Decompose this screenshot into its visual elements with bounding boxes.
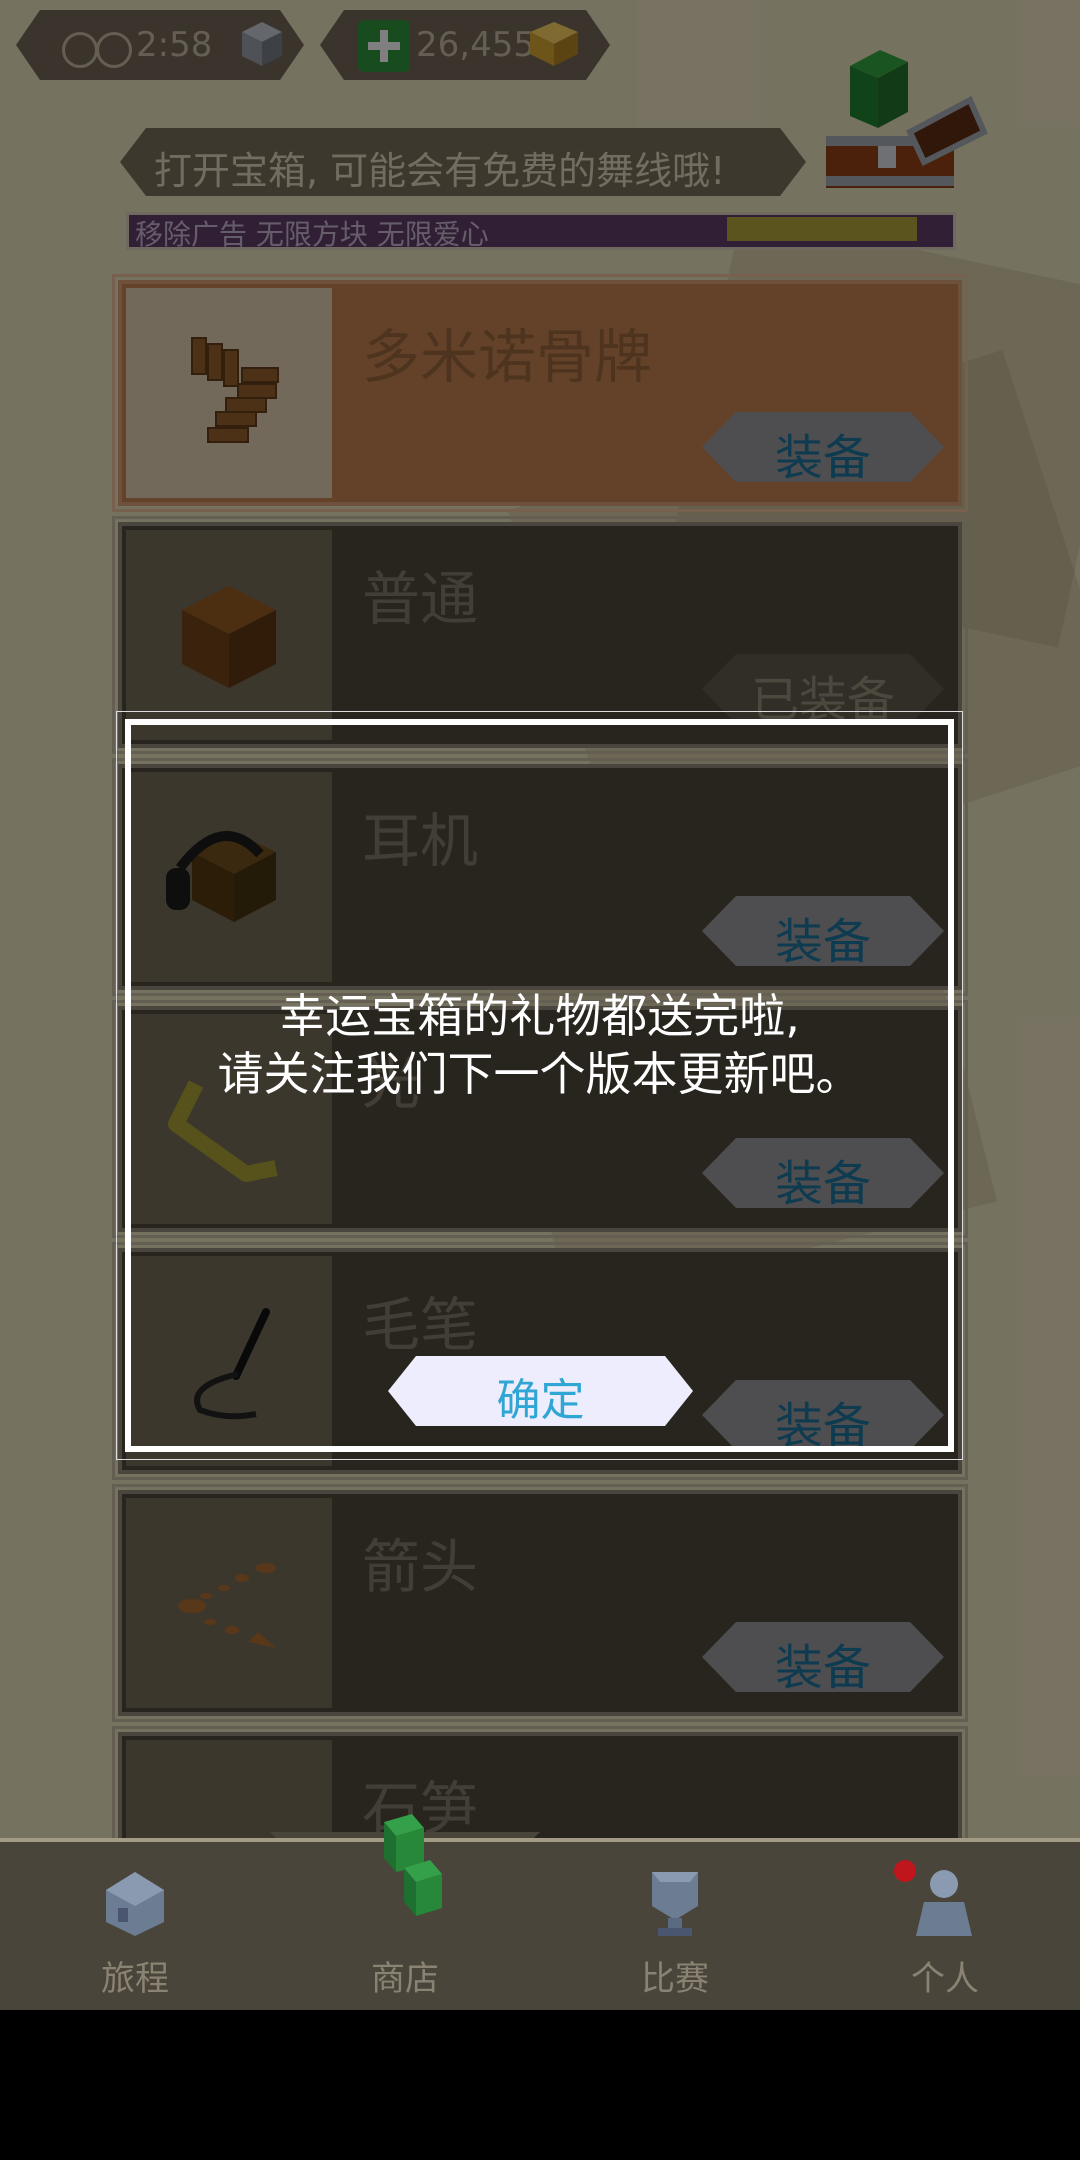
dialog-message: 幸运宝箱的礼物都送完啦, 请关注我们下一个版本更新吧。 — [131, 987, 948, 1103]
notice-dialog: 幸运宝箱的礼物都送完啦, 请关注我们下一个版本更新吧。 确定 — [116, 711, 963, 1460]
dialog-message-line2: 请关注我们下一个版本更新吧。 — [217, 1047, 862, 1101]
tab-profile[interactable]: 个人 — [810, 1842, 1080, 2010]
tab-match[interactable]: 比赛 — [540, 1842, 810, 2010]
tab-shop[interactable]: 商店 — [270, 1814, 540, 2010]
shop-blocks-icon — [384, 1814, 442, 1916]
confirm-button[interactable]: 确定 — [388, 1356, 693, 1426]
tab-journey-label: 旅程 — [101, 1959, 169, 1999]
confirm-label: 确定 — [496, 1375, 585, 1426]
notification-dot — [894, 1860, 916, 1882]
dialog-frame: 幸运宝箱的礼物都送完啦, 请关注我们下一个版本更新吧。 — [125, 719, 954, 1452]
bottom-nav: 旅程 商店 比赛 个人 — [0, 1814, 1080, 2010]
dialog-message-line1: 幸运宝箱的礼物都送完啦, — [279, 989, 800, 1043]
tab-shop-label: 商店 — [371, 1959, 439, 1999]
profile-icon — [916, 1870, 972, 1936]
trophy-icon — [652, 1872, 698, 1936]
tab-profile-label: 个人 — [911, 1959, 979, 1999]
tab-journey[interactable]: 旅程 — [0, 1842, 270, 2010]
tab-match-label: 比赛 — [641, 1959, 709, 1999]
house-icon — [106, 1872, 164, 1936]
